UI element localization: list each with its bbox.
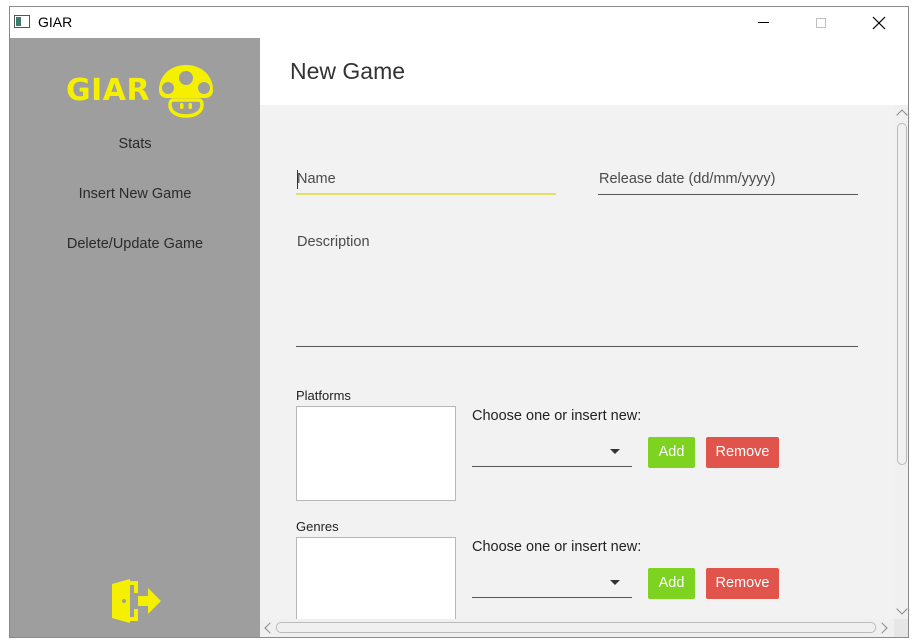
genres-combo[interactable] <box>472 568 632 598</box>
minimize-icon <box>757 22 769 23</box>
scrollbar-corner <box>894 619 908 637</box>
form-panel: Name Release date (dd/mm/yyyy) Descripti… <box>260 105 894 619</box>
platforms-combo[interactable] <box>472 437 632 467</box>
maximize-button[interactable] <box>792 7 850 38</box>
app-window: GIAR GIAR Stats Insert New Game Delete/U… <box>9 6 909 638</box>
sidebar: GIAR Stats Insert New Game Delete/Update… <box>10 38 260 637</box>
sidebar-item-stats[interactable]: Stats <box>10 136 260 152</box>
platforms-add-button[interactable]: Add <box>648 437 695 468</box>
genres-remove-button[interactable]: Remove <box>706 568 779 599</box>
exit-door-icon[interactable] <box>110 578 162 624</box>
page-title: New Game <box>290 58 406 84</box>
sidebar-item-insert-new-game[interactable]: Insert New Game <box>10 186 260 202</box>
platforms-list[interactable] <box>296 406 456 501</box>
name-field-underline <box>296 193 556 195</box>
vertical-scrollbar[interactable] <box>894 105 908 619</box>
description-field[interactable]: Description <box>297 234 859 346</box>
chevron-down-icon <box>610 580 620 585</box>
genres-list[interactable] <box>296 537 456 619</box>
platforms-label: Platforms <box>296 388 351 403</box>
sidebar-item-delete-update-game[interactable]: Delete/Update Game <box>10 236 260 252</box>
platforms-remove-button[interactable]: Remove <box>706 437 779 468</box>
window-app-icon <box>14 15 30 28</box>
name-field[interactable]: Name <box>297 171 557 193</box>
genres-label: Genres <box>296 519 339 534</box>
genres-choose-label: Choose one or insert new: <box>472 539 642 555</box>
release-date-underline <box>598 194 858 195</box>
scroll-up-icon[interactable] <box>896 109 908 121</box>
description-underline <box>296 346 858 347</box>
close-button[interactable] <box>850 7 908 38</box>
horizontal-scrollbar[interactable] <box>260 619 894 637</box>
scroll-left-icon[interactable] <box>264 622 276 634</box>
close-icon <box>872 16 886 29</box>
genres-add-button[interactable]: Add <box>648 568 695 599</box>
scroll-down-icon[interactable] <box>896 603 908 615</box>
scroll-right-icon[interactable] <box>876 622 888 634</box>
mushroom-icon <box>159 65 214 118</box>
chevron-down-icon <box>610 449 620 454</box>
page-header: New Game <box>260 38 908 105</box>
minimize-button[interactable] <box>734 7 792 38</box>
title-bar[interactable]: GIAR <box>10 7 908 38</box>
logo: GIAR <box>66 62 216 118</box>
vertical-scroll-thumb[interactable] <box>897 123 907 465</box>
horizontal-scroll-thumb[interactable] <box>276 622 876 633</box>
maximize-icon <box>816 17 826 28</box>
platforms-choose-label: Choose one or insert new: <box>472 408 642 424</box>
window-title: GIAR <box>38 14 73 30</box>
logo-text: GIAR <box>66 72 151 108</box>
release-date-field[interactable]: Release date (dd/mm/yyyy) <box>599 171 859 193</box>
